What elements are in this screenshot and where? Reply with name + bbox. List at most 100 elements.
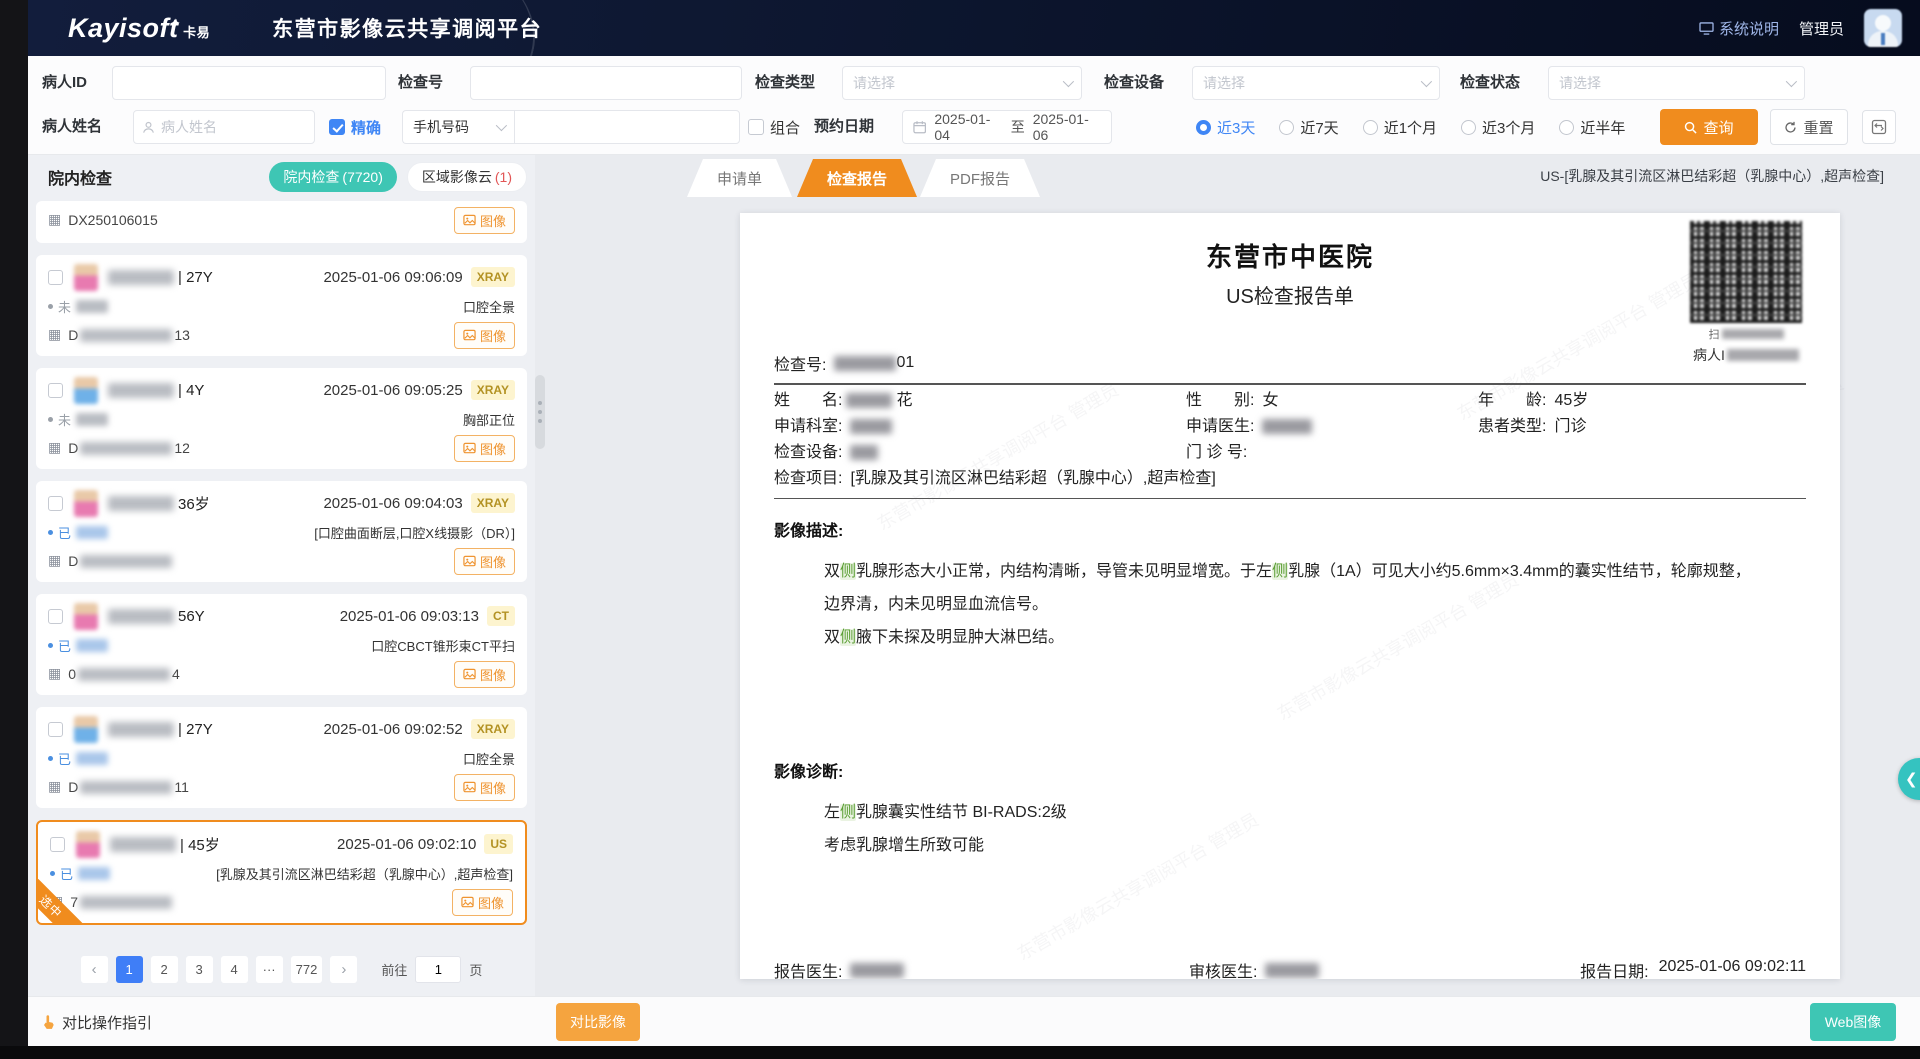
prev-page-button[interactable]: ‹ xyxy=(81,956,108,983)
item-checkbox[interactable] xyxy=(48,270,63,285)
redacted-value xyxy=(850,419,892,434)
page-button-3[interactable]: 3 xyxy=(186,956,213,983)
patient-avatar xyxy=(74,490,98,517)
page-button-1[interactable]: 1 xyxy=(116,956,143,983)
range-halfyear-radio[interactable]: 近半年 xyxy=(1559,117,1625,138)
panel-resize-handle[interactable] xyxy=(535,375,545,449)
range-1month-radio[interactable]: 近1个月 xyxy=(1363,117,1437,138)
phone-input[interactable] xyxy=(514,110,740,144)
refresh-icon xyxy=(1784,121,1797,134)
list-item-partial[interactable]: ▦ DX250106015 图像 xyxy=(36,201,527,243)
item-checkbox[interactable] xyxy=(48,722,63,737)
modality-badge: XRAY xyxy=(471,380,515,400)
layout-toggle-button[interactable] xyxy=(1862,110,1896,144)
view-image-button[interactable]: 图像 xyxy=(452,889,513,916)
field-age: 年 龄:45岁 xyxy=(1478,388,1806,414)
status-select[interactable]: 请选择 xyxy=(1548,66,1805,100)
user-avatar[interactable] xyxy=(1864,9,1902,47)
logo-text: Kayisoft xyxy=(68,13,179,43)
patient-age: 56Y xyxy=(178,608,205,625)
tab-regional-count: (1) xyxy=(495,169,512,185)
list-item[interactable]: 56Y 2025-01-06 09:03:13 CT 已 口腔CBCT锥形束CT… xyxy=(36,594,527,695)
list-item[interactable]: | 27Y 2025-01-06 09:02:52 XRAY 已 口腔全景 ▦ … xyxy=(36,707,527,808)
reset-button[interactable]: 重置 xyxy=(1770,109,1848,145)
search-button[interactable]: 查询 xyxy=(1660,109,1758,145)
web-image-button[interactable]: Web图像 xyxy=(1810,1003,1896,1041)
redacted-status xyxy=(76,413,108,426)
image-icon xyxy=(461,896,474,909)
field-empty xyxy=(1478,440,1806,466)
view-image-button[interactable]: 图像 xyxy=(454,207,515,234)
item-checkbox[interactable] xyxy=(50,837,65,852)
tab-hospital-exams[interactable]: 院内检查(7720) xyxy=(269,162,396,192)
list-item[interactable]: | 4Y 2025-01-06 09:05:25 XRAY 未 胸部正位 ▦ D… xyxy=(36,368,527,469)
image-icon xyxy=(463,668,476,681)
range-3days-radio[interactable]: 近3天 xyxy=(1196,117,1255,138)
range-7days-radio[interactable]: 近7天 xyxy=(1279,117,1338,138)
view-image-button[interactable]: 图像 xyxy=(454,435,515,462)
range-3months-radio[interactable]: 近3个月 xyxy=(1461,117,1535,138)
field-device: 检查设备: xyxy=(774,440,1186,466)
tab-regional-cloud[interactable]: 区域影像云(1) xyxy=(407,162,527,192)
item-checkbox[interactable] xyxy=(48,383,63,398)
redacted-patient-name xyxy=(108,722,174,737)
system-help-link[interactable]: 系统说明 xyxy=(1699,18,1779,39)
view-image-button[interactable]: 图像 xyxy=(454,322,515,349)
exam-caption: US-[乳腺及其引流区淋巴结彩超（乳腺中心）,超声检查] xyxy=(1540,155,1884,197)
tab-regional-label: 区域影像云 xyxy=(422,167,492,187)
patient-name-input[interactable] xyxy=(161,119,281,135)
goto-page-input[interactable] xyxy=(415,956,461,983)
compare-guide-link[interactable]: 对比操作指引 xyxy=(40,997,152,1047)
phone-type-value: 手机号码 xyxy=(413,117,469,137)
user-name[interactable]: 管理员 xyxy=(1799,18,1844,39)
date-range-picker[interactable]: 2025-01-04 至 2025-01-06 xyxy=(902,110,1112,144)
diagnosis-line: 考虑乳腺增生所致可能 xyxy=(824,829,1764,862)
list-item-selected[interactable]: | 45岁 2025-01-06 09:02:10 US 已 [乳腺及其引流区淋… xyxy=(36,820,527,925)
compare-images-button[interactable]: 对比影像 xyxy=(556,1003,640,1041)
combo-checkbox[interactable]: 组合 xyxy=(748,110,800,144)
status-label: 检查状态 xyxy=(1460,66,1520,100)
exam-datetime: 2025-01-06 09:02:10 xyxy=(337,836,476,853)
status-badge: 已 xyxy=(48,636,108,655)
exact-checkbox[interactable]: 精确 xyxy=(329,110,381,144)
checkbox-icon xyxy=(748,119,764,135)
patient-info-grid: 姓 名:花 性 别:女 年 龄:45岁 申请科室: 申请医生: 患者类型:门诊 … xyxy=(774,388,1806,492)
tab-pdf-report[interactable]: PDF报告 xyxy=(920,159,1040,197)
page-button-2[interactable]: 2 xyxy=(151,956,178,983)
exam-no-input[interactable] xyxy=(470,66,742,100)
next-page-button[interactable]: › xyxy=(330,956,357,983)
patient-id-input[interactable] xyxy=(112,66,386,100)
list-item[interactable]: 36岁 2025-01-06 09:04:03 XRAY 已 [口腔曲面断层,口… xyxy=(36,481,527,582)
page-ellipsis[interactable]: ··· xyxy=(256,956,283,983)
goto-page: 前往 页 xyxy=(381,956,482,983)
item-checkbox[interactable] xyxy=(48,609,63,624)
status-dot xyxy=(48,304,53,309)
quick-range-group: 近3天 近7天 近1个月 近3个月 近半年 xyxy=(1196,110,1625,144)
exam-type-select[interactable]: 请选择 xyxy=(842,66,1082,100)
field-dept: 申请科室: xyxy=(774,414,1186,440)
status-prefix: 未 xyxy=(58,297,71,316)
exam-description: 口腔全景 xyxy=(463,297,515,316)
list-item[interactable]: | 27Y 2025-01-06 09:06:09 XRAY 未 口腔全景 ▦ … xyxy=(36,255,527,356)
view-image-label: 图像 xyxy=(480,211,506,230)
bottom-edge-strip xyxy=(0,1046,1920,1059)
page-button-772[interactable]: 772 xyxy=(291,956,323,983)
view-image-button[interactable]: 图像 xyxy=(454,548,515,575)
tab-request-form[interactable]: 申请单 xyxy=(687,159,792,197)
patient-name-field[interactable] xyxy=(133,110,315,144)
item-checkbox[interactable] xyxy=(48,496,63,511)
page-button-4[interactable]: 4 xyxy=(221,956,248,983)
view-image-button[interactable]: 图像 xyxy=(454,661,515,688)
app-window: Kayisoft✦卡易 东营市影像云共享调阅平台 系统说明 管理员 病人ID 检… xyxy=(0,0,1920,1059)
date-separator: 至 xyxy=(1011,117,1025,137)
status-dot xyxy=(48,643,53,648)
device-select[interactable]: 请选择 xyxy=(1192,66,1440,100)
field-outpatient-no: 门 诊 号: xyxy=(1186,440,1478,466)
tab-hospital-count: (7720) xyxy=(342,169,382,185)
phone-type-select[interactable]: 手机号码 xyxy=(402,110,514,144)
image-icon xyxy=(463,442,476,455)
tab-exam-report[interactable]: 检查报告 xyxy=(797,159,917,197)
page-title: 东营市影像云共享调阅平台 xyxy=(272,13,542,43)
exam-description: [口腔曲面断层,口腔X线摄影（DR）] xyxy=(314,523,515,542)
view-image-button[interactable]: 图像 xyxy=(454,774,515,801)
